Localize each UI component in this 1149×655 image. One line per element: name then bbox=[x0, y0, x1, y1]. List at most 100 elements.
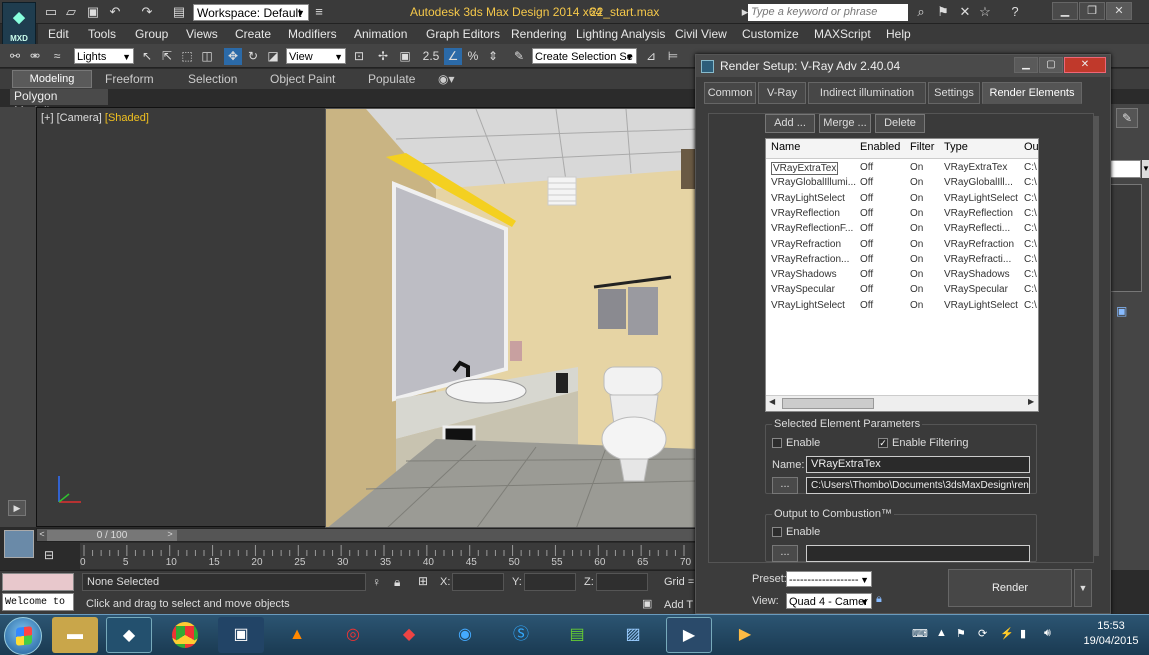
menu-customize[interactable]: Customize bbox=[742, 27, 799, 41]
snaps-toggle-icon[interactable]: 2.5 bbox=[422, 48, 440, 65]
add-time-tag[interactable]: Add T bbox=[664, 599, 693, 611]
next-frame-icon[interactable]: > bbox=[165, 529, 175, 541]
power-icon[interactable]: ⚡ bbox=[1000, 627, 1014, 640]
track-bar-icon[interactable]: ⊟ bbox=[44, 548, 64, 564]
play-script-icon[interactable]: ▶ bbox=[8, 500, 26, 516]
list-item[interactable]: VRayLightSelect Off On VRayLightSelect C:\ bbox=[766, 192, 1038, 207]
list-item[interactable]: VRayReflection Off On VRayReflection C:\ bbox=[766, 207, 1038, 222]
system-clock[interactable]: 15:53 19/04/2015 bbox=[1076, 619, 1146, 649]
prev-frame-icon[interactable]: < bbox=[37, 529, 47, 541]
panel-scrollbar[interactable] bbox=[1093, 116, 1099, 556]
creative-cloud-icon[interactable]: ◎ bbox=[330, 617, 376, 653]
workspace-select[interactable]: Workspace: Default ▼ bbox=[193, 4, 309, 21]
menu-edit[interactable]: Edit bbox=[48, 27, 69, 41]
column-name[interactable]: Name bbox=[771, 141, 800, 153]
lock-view-icon[interactable]: 🔒︎ bbox=[876, 593, 890, 609]
ribbon-panel-polygon-modeling[interactable]: Polygon Modeling bbox=[10, 89, 108, 118]
photo-viewer-icon[interactable]: ▨ bbox=[610, 617, 656, 653]
ribbon-options-icon[interactable]: ◉▾ bbox=[438, 72, 455, 86]
column-enabled[interactable]: Enabled bbox=[860, 141, 900, 153]
app-logo[interactable]: ◆ MXD bbox=[2, 2, 36, 46]
viewport-label-prefix[interactable]: [+] [Camera] bbox=[41, 112, 105, 124]
browse-output-button[interactable]: ... bbox=[772, 477, 798, 494]
menu-lighting-analysis[interactable]: Lighting Analysis bbox=[576, 27, 665, 41]
skype-icon[interactable]: Ⓢ bbox=[498, 617, 544, 653]
named-selection-select[interactable]: Create Selection Se ▼ bbox=[532, 48, 637, 64]
combustion-path-input[interactable] bbox=[806, 545, 1030, 562]
close-button[interactable]: ✕ bbox=[1106, 2, 1132, 20]
screen-recorder-icon[interactable]: ▶ bbox=[722, 617, 768, 653]
time-slider[interactable]: 0 / 100 bbox=[47, 530, 177, 541]
binoculars-icon[interactable]: ⌕ bbox=[912, 4, 930, 21]
selection-filter-select[interactable]: Lights ▼ bbox=[74, 48, 134, 64]
dialog-close-button[interactable]: ✕ bbox=[1064, 57, 1106, 73]
chrome-icon[interactable] bbox=[162, 617, 208, 653]
reference-coord-select[interactable]: View ▼ bbox=[286, 48, 346, 64]
align-icon[interactable]: ⊨ bbox=[664, 48, 682, 65]
media-encoder-icon[interactable]: ▤ bbox=[554, 617, 600, 653]
viewport-label[interactable]: [+] [Camera] [Shaded] bbox=[41, 112, 149, 124]
list-item[interactable]: VRayLightSelect Off On VRayLightSelect C:\ bbox=[766, 299, 1038, 314]
maxscript-mini-listener[interactable]: Welcome to bbox=[2, 593, 74, 611]
bind-space-warp-icon[interactable]: ≈ bbox=[48, 48, 66, 65]
list-item[interactable]: VRayRefraction Off On VRayRefraction C:\ bbox=[766, 238, 1038, 253]
menu-group[interactable]: Group bbox=[135, 27, 168, 41]
action-center-flag-icon[interactable]: ⚑ bbox=[956, 627, 966, 640]
enable-filtering-checkbox[interactable]: ✓ bbox=[878, 438, 888, 448]
pivot-center-icon[interactable]: ⊡ bbox=[350, 48, 368, 65]
filezilla-icon[interactable]: ◆ bbox=[386, 617, 432, 653]
link-icon[interactable]: ⚯ bbox=[6, 48, 24, 65]
render-elements-list[interactable]: Name Enabled Filter Type Ou VRayExtraTex… bbox=[765, 138, 1039, 412]
isolate-icon[interactable]: ♀ bbox=[372, 575, 381, 589]
time-tag-icon[interactable]: ▣ bbox=[642, 597, 652, 610]
time-slider-track[interactable]: < 0 / 100 > bbox=[36, 528, 696, 542]
undo-icon[interactable]: ↶ bbox=[106, 4, 124, 21]
column-type[interactable]: Type bbox=[944, 141, 968, 153]
output-path-input[interactable]: C:\Users\Thombo\Documents\3dsMaxDesign\r… bbox=[806, 477, 1030, 494]
mirror-icon[interactable]: ⊿ bbox=[642, 48, 660, 65]
keyboard-shortcut-icon[interactable]: ▣ bbox=[396, 48, 414, 65]
scale-icon[interactable]: ◪ bbox=[264, 48, 282, 65]
menu-animation[interactable]: Animation bbox=[354, 27, 407, 41]
menu-modifiers[interactable]: Modifiers bbox=[288, 27, 337, 41]
signal-icon[interactable]: ▮ bbox=[1020, 627, 1026, 640]
menu-maxscript[interactable]: MAXScript bbox=[814, 27, 871, 41]
rect-selection-icon[interactable]: ⬚ bbox=[178, 48, 196, 65]
new-file-icon[interactable]: ▭ bbox=[42, 4, 60, 21]
unlink-icon[interactable]: ⚮ bbox=[26, 48, 44, 65]
select-by-name-icon[interactable]: ⇱ bbox=[158, 48, 176, 65]
tab-v-ray[interactable]: V-Ray bbox=[758, 82, 806, 104]
enable-checkbox[interactable] bbox=[772, 438, 782, 448]
keyboard-icon[interactable]: ⌨ bbox=[912, 627, 928, 640]
lock-icon[interactable]: 🔒︎ bbox=[394, 575, 400, 590]
open-file-icon[interactable]: ▱ bbox=[62, 4, 80, 21]
y-coord-field[interactable] bbox=[524, 573, 576, 591]
show-hidden-icons-icon[interactable]: ▲ bbox=[936, 627, 947, 639]
camera-viewport[interactable]: [+] [Camera] [Shaded] bbox=[36, 107, 697, 528]
search-input[interactable]: Type a keyword or phrase bbox=[748, 4, 908, 21]
ribbon-tab-selection[interactable]: Selection bbox=[188, 72, 237, 86]
tab-render-elements[interactable]: Render Elements bbox=[982, 82, 1082, 104]
scrollbar-thumb[interactable] bbox=[782, 398, 874, 409]
absolute-mode-icon[interactable]: ⊞ bbox=[418, 574, 428, 588]
menu-help[interactable]: Help bbox=[886, 27, 911, 41]
track-bar-ruler[interactable]: 0 5 10 15 20 25 30 35 40 45 50 55 60 65 70 bbox=[80, 543, 696, 569]
merge-button[interactable]: Merge ... bbox=[819, 114, 871, 133]
start-button[interactable] bbox=[4, 617, 42, 655]
ribbon-tab-populate[interactable]: Populate bbox=[368, 72, 415, 86]
viewport-layout-icon[interactable] bbox=[4, 530, 34, 558]
file-explorer-icon[interactable]: ▬ bbox=[52, 617, 98, 653]
manipulate-icon[interactable]: ✢ bbox=[374, 48, 392, 65]
scroll-right-icon[interactable]: ▶ bbox=[1028, 397, 1034, 406]
3ds-max-taskbar-icon[interactable]: ◆ bbox=[106, 617, 152, 653]
save-file-icon[interactable]: ▣ bbox=[84, 4, 102, 21]
restore-button[interactable]: ❐ bbox=[1079, 2, 1105, 20]
redo-icon[interactable]: ↷ bbox=[138, 4, 156, 21]
render-button[interactable]: Render bbox=[948, 569, 1072, 607]
preset-select[interactable]: ------------------- ▼ bbox=[786, 571, 872, 587]
favorites-star-icon[interactable]: ☆ bbox=[976, 4, 994, 21]
quick-access-menu-icon[interactable]: ≡ bbox=[310, 4, 328, 21]
scroll-left-icon[interactable]: ◀ bbox=[769, 397, 775, 406]
media-player-icon[interactable]: ▶ bbox=[666, 617, 712, 653]
modifier-list-select[interactable] bbox=[1108, 160, 1141, 178]
